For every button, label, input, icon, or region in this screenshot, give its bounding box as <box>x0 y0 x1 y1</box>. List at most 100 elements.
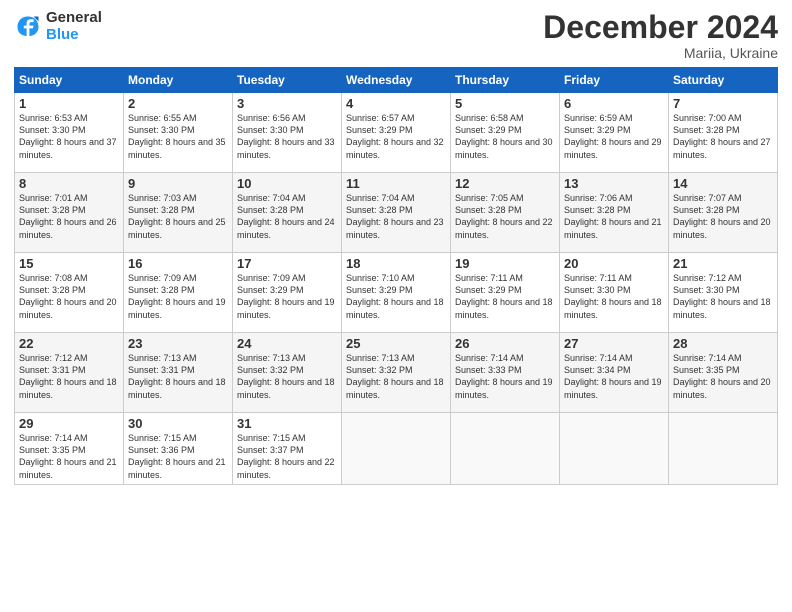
day-info: Sunrise: 7:14 AMSunset: 3:33 PMDaylight:… <box>455 353 553 399</box>
logo-icon <box>14 13 42 41</box>
calendar-cell: 7 Sunrise: 7:00 AMSunset: 3:28 PMDayligh… <box>669 93 778 173</box>
calendar-cell: 2 Sunrise: 6:55 AMSunset: 3:30 PMDayligh… <box>124 93 233 173</box>
calendar-cell: 30 Sunrise: 7:15 AMSunset: 3:36 PMDaylig… <box>124 413 233 485</box>
day-info: Sunrise: 7:12 AMSunset: 3:30 PMDaylight:… <box>673 273 771 319</box>
calendar-cell: 20 Sunrise: 7:11 AMSunset: 3:30 PMDaylig… <box>560 253 669 333</box>
day-info: Sunrise: 6:56 AMSunset: 3:30 PMDaylight:… <box>237 113 335 159</box>
calendar-cell: 14 Sunrise: 7:07 AMSunset: 3:28 PMDaylig… <box>669 173 778 253</box>
day-number: 26 <box>455 336 555 351</box>
header-row: SundayMondayTuesdayWednesdayThursdayFrid… <box>15 68 778 93</box>
day-number: 24 <box>237 336 337 351</box>
day-number: 23 <box>128 336 228 351</box>
calendar-cell: 4 Sunrise: 6:57 AMSunset: 3:29 PMDayligh… <box>342 93 451 173</box>
day-number: 7 <box>673 96 773 111</box>
calendar-cell: 18 Sunrise: 7:10 AMSunset: 3:29 PMDaylig… <box>342 253 451 333</box>
calendar-cell: 29 Sunrise: 7:14 AMSunset: 3:35 PMDaylig… <box>15 413 124 485</box>
header-sunday: Sunday <box>15 68 124 93</box>
day-number: 9 <box>128 176 228 191</box>
calendar-cell: 10 Sunrise: 7:04 AMSunset: 3:28 PMDaylig… <box>233 173 342 253</box>
day-info: Sunrise: 7:05 AMSunset: 3:28 PMDaylight:… <box>455 193 553 239</box>
day-number: 11 <box>346 176 446 191</box>
day-info: Sunrise: 7:11 AMSunset: 3:30 PMDaylight:… <box>564 273 662 319</box>
calendar-cell <box>669 413 778 485</box>
logo-blue-text: Blue <box>46 27 102 44</box>
day-number: 30 <box>128 416 228 431</box>
calendar-cell: 16 Sunrise: 7:09 AMSunset: 3:28 PMDaylig… <box>124 253 233 333</box>
day-number: 18 <box>346 256 446 271</box>
calendar-cell: 1 Sunrise: 6:53 AMSunset: 3:30 PMDayligh… <box>15 93 124 173</box>
calendar-cell: 15 Sunrise: 7:08 AMSunset: 3:28 PMDaylig… <box>15 253 124 333</box>
logo-text: General Blue <box>46 10 102 43</box>
header-monday: Monday <box>124 68 233 93</box>
day-number: 12 <box>455 176 555 191</box>
day-info: Sunrise: 6:58 AMSunset: 3:29 PMDaylight:… <box>455 113 553 159</box>
day-info: Sunrise: 6:57 AMSunset: 3:29 PMDaylight:… <box>346 113 444 159</box>
calendar-cell: 8 Sunrise: 7:01 AMSunset: 3:28 PMDayligh… <box>15 173 124 253</box>
calendar-cell: 17 Sunrise: 7:09 AMSunset: 3:29 PMDaylig… <box>233 253 342 333</box>
day-number: 13 <box>564 176 664 191</box>
day-info: Sunrise: 7:09 AMSunset: 3:28 PMDaylight:… <box>128 273 226 319</box>
header: General Blue December 2024 Mariia, Ukrai… <box>14 10 778 61</box>
day-number: 27 <box>564 336 664 351</box>
day-number: 1 <box>19 96 119 111</box>
day-number: 15 <box>19 256 119 271</box>
day-number: 16 <box>128 256 228 271</box>
day-number: 20 <box>564 256 664 271</box>
week-row-2: 8 Sunrise: 7:01 AMSunset: 3:28 PMDayligh… <box>15 173 778 253</box>
day-info: Sunrise: 7:13 AMSunset: 3:32 PMDaylight:… <box>237 353 335 399</box>
calendar-cell: 13 Sunrise: 7:06 AMSunset: 3:28 PMDaylig… <box>560 173 669 253</box>
day-number: 14 <box>673 176 773 191</box>
day-info: Sunrise: 7:09 AMSunset: 3:29 PMDaylight:… <box>237 273 335 319</box>
calendar-cell: 31 Sunrise: 7:15 AMSunset: 3:37 PMDaylig… <box>233 413 342 485</box>
day-number: 28 <box>673 336 773 351</box>
day-info: Sunrise: 7:08 AMSunset: 3:28 PMDaylight:… <box>19 273 117 319</box>
day-number: 8 <box>19 176 119 191</box>
calendar-cell: 12 Sunrise: 7:05 AMSunset: 3:28 PMDaylig… <box>451 173 560 253</box>
day-number: 2 <box>128 96 228 111</box>
day-number: 3 <box>237 96 337 111</box>
calendar-cell: 6 Sunrise: 6:59 AMSunset: 3:29 PMDayligh… <box>560 93 669 173</box>
calendar-cell <box>451 413 560 485</box>
calendar-cell: 22 Sunrise: 7:12 AMSunset: 3:31 PMDaylig… <box>15 333 124 413</box>
day-info: Sunrise: 7:00 AMSunset: 3:28 PMDaylight:… <box>673 113 771 159</box>
calendar-cell: 3 Sunrise: 6:56 AMSunset: 3:30 PMDayligh… <box>233 93 342 173</box>
calendar-cell: 27 Sunrise: 7:14 AMSunset: 3:34 PMDaylig… <box>560 333 669 413</box>
day-number: 31 <box>237 416 337 431</box>
day-number: 25 <box>346 336 446 351</box>
day-number: 19 <box>455 256 555 271</box>
week-row-5: 29 Sunrise: 7:14 AMSunset: 3:35 PMDaylig… <box>15 413 778 485</box>
day-info: Sunrise: 7:07 AMSunset: 3:28 PMDaylight:… <box>673 193 771 239</box>
day-info: Sunrise: 7:10 AMSunset: 3:29 PMDaylight:… <box>346 273 444 319</box>
calendar-cell: 24 Sunrise: 7:13 AMSunset: 3:32 PMDaylig… <box>233 333 342 413</box>
calendar-cell: 9 Sunrise: 7:03 AMSunset: 3:28 PMDayligh… <box>124 173 233 253</box>
calendar-cell: 21 Sunrise: 7:12 AMSunset: 3:30 PMDaylig… <box>669 253 778 333</box>
day-info: Sunrise: 7:06 AMSunset: 3:28 PMDaylight:… <box>564 193 662 239</box>
header-thursday: Thursday <box>451 68 560 93</box>
day-info: Sunrise: 7:04 AMSunset: 3:28 PMDaylight:… <box>346 193 444 239</box>
day-number: 10 <box>237 176 337 191</box>
page: General Blue December 2024 Mariia, Ukrai… <box>0 0 792 612</box>
day-info: Sunrise: 7:14 AMSunset: 3:34 PMDaylight:… <box>564 353 662 399</box>
header-friday: Friday <box>560 68 669 93</box>
day-info: Sunrise: 7:12 AMSunset: 3:31 PMDaylight:… <box>19 353 117 399</box>
calendar-cell <box>342 413 451 485</box>
day-number: 17 <box>237 256 337 271</box>
title-area: December 2024 Mariia, Ukraine <box>543 10 778 61</box>
logo: General Blue <box>14 10 102 43</box>
day-info: Sunrise: 7:04 AMSunset: 3:28 PMDaylight:… <box>237 193 335 239</box>
header-wednesday: Wednesday <box>342 68 451 93</box>
calendar-cell: 28 Sunrise: 7:14 AMSunset: 3:35 PMDaylig… <box>669 333 778 413</box>
day-info: Sunrise: 7:15 AMSunset: 3:37 PMDaylight:… <box>237 433 335 479</box>
logo-general-text: General <box>46 10 102 27</box>
day-number: 6 <box>564 96 664 111</box>
day-info: Sunrise: 7:13 AMSunset: 3:31 PMDaylight:… <box>128 353 226 399</box>
calendar-cell: 5 Sunrise: 6:58 AMSunset: 3:29 PMDayligh… <box>451 93 560 173</box>
week-row-3: 15 Sunrise: 7:08 AMSunset: 3:28 PMDaylig… <box>15 253 778 333</box>
header-saturday: Saturday <box>669 68 778 93</box>
header-tuesday: Tuesday <box>233 68 342 93</box>
day-info: Sunrise: 7:14 AMSunset: 3:35 PMDaylight:… <box>673 353 771 399</box>
week-row-4: 22 Sunrise: 7:12 AMSunset: 3:31 PMDaylig… <box>15 333 778 413</box>
day-info: Sunrise: 6:55 AMSunset: 3:30 PMDaylight:… <box>128 113 226 159</box>
calendar-cell <box>560 413 669 485</box>
calendar-cell: 23 Sunrise: 7:13 AMSunset: 3:31 PMDaylig… <box>124 333 233 413</box>
